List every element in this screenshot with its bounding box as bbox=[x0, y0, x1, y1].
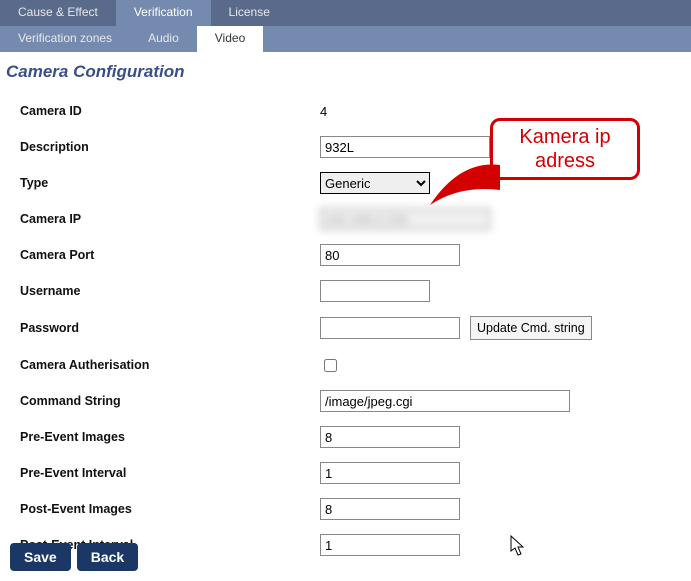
input-post-event-images[interactable] bbox=[320, 498, 460, 520]
input-camera-port[interactable] bbox=[320, 244, 460, 266]
label-camera-port: Camera Port bbox=[20, 248, 320, 262]
value-camera-id: 4 bbox=[320, 104, 327, 119]
checkbox-camera-auth[interactable] bbox=[324, 359, 337, 372]
label-password: Password bbox=[20, 321, 320, 335]
label-username: Username bbox=[20, 284, 320, 298]
input-username[interactable] bbox=[320, 280, 430, 302]
tabs-primary-filler bbox=[288, 0, 691, 26]
back-button[interactable]: Back bbox=[77, 543, 138, 571]
label-command-string: Command String bbox=[20, 394, 320, 408]
page-title: Camera Configuration bbox=[6, 62, 691, 82]
tabs-primary: Cause & Effect Verification License bbox=[0, 0, 691, 26]
tab-verification-zones[interactable]: Verification zones bbox=[0, 26, 130, 52]
input-pre-event-interval[interactable] bbox=[320, 462, 460, 484]
label-pre-event-interval: Pre-Event Interval bbox=[20, 466, 320, 480]
label-camera-ip: Camera IP bbox=[20, 212, 320, 226]
label-pre-event-images: Pre-Event Images bbox=[20, 430, 320, 444]
input-password[interactable] bbox=[320, 317, 460, 339]
input-description[interactable] bbox=[320, 136, 490, 158]
label-type: Type bbox=[20, 176, 320, 190]
label-camera-id: Camera ID bbox=[20, 104, 320, 118]
update-cmd-button[interactable]: Update Cmd. string bbox=[470, 316, 592, 340]
callout-box: Kamera ip adress bbox=[490, 118, 640, 180]
tabs-secondary-filler bbox=[263, 26, 691, 52]
input-post-event-interval[interactable] bbox=[320, 534, 460, 556]
label-camera-auth: Camera Autherisation bbox=[20, 358, 320, 372]
input-command-string[interactable] bbox=[320, 390, 570, 412]
tab-audio[interactable]: Audio bbox=[130, 26, 197, 52]
tab-cause-effect[interactable]: Cause & Effect bbox=[0, 0, 116, 26]
label-post-event-images: Post-Event Images bbox=[20, 502, 320, 516]
input-pre-event-images[interactable] bbox=[320, 426, 460, 448]
tabs-secondary: Verification zones Audio Video bbox=[0, 26, 691, 52]
bottom-buttons: Save Back bbox=[10, 543, 138, 571]
select-type[interactable]: Generic bbox=[320, 172, 430, 194]
save-button[interactable]: Save bbox=[10, 543, 71, 571]
label-description: Description bbox=[20, 140, 320, 154]
tab-license[interactable]: License bbox=[211, 0, 288, 26]
tab-video[interactable]: Video bbox=[197, 26, 263, 52]
tab-verification[interactable]: Verification bbox=[116, 0, 211, 26]
input-camera-ip[interactable] bbox=[320, 208, 490, 230]
